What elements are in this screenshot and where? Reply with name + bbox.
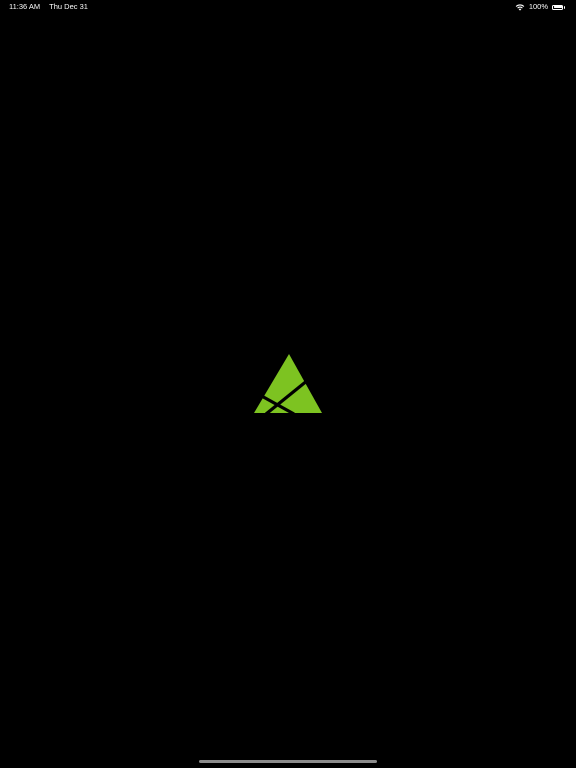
- home-indicator[interactable]: [199, 760, 377, 763]
- battery-percent: 100%: [528, 2, 548, 11]
- splash-screen: 11:36 AM Thu Dec 31 100%: [0, 0, 576, 768]
- status-bar-left: 11:36 AM Thu Dec 31: [9, 0, 88, 14]
- triangle-logo-icon: [254, 354, 322, 416]
- wifi-icon: [515, 4, 525, 11]
- status-date: Thu Dec 31: [49, 2, 88, 11]
- battery-fill: [553, 6, 562, 8]
- status-bar-right: 100%: [515, 0, 566, 14]
- status-bar: 11:36 AM Thu Dec 31 100%: [0, 0, 576, 14]
- battery-icon: [552, 4, 566, 11]
- status-time: 11:36 AM: [9, 2, 41, 11]
